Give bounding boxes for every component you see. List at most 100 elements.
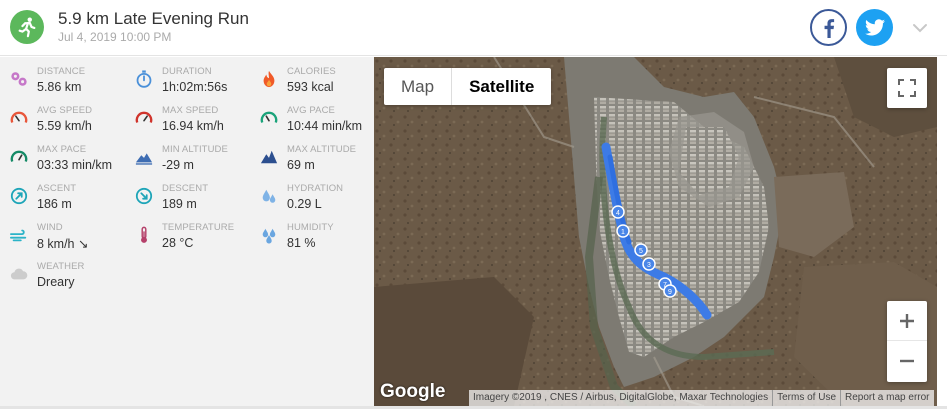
stat-label: AVG SPEED — [37, 105, 93, 116]
stat-descent: DESCENT 189 m — [125, 179, 250, 215]
fullscreen-button[interactable] — [887, 68, 927, 108]
zoom-in-button[interactable] — [887, 301, 927, 341]
stat-avg-pace: AVG PACE 10:44 min/km — [250, 101, 375, 137]
zoom-out-button[interactable] — [887, 341, 927, 381]
plus-icon — [900, 313, 914, 328]
map-attribution: Imagery ©2019 , CNES / Airbus, DigitalGl… — [469, 390, 934, 406]
stat-duration: DURATION 1h:02m:56s — [125, 62, 250, 98]
mountain-icon — [260, 150, 278, 164]
distance-icon — [11, 72, 27, 86]
svg-text:5: 5 — [639, 248, 643, 255]
stat-value: 28 °C — [162, 236, 194, 250]
stat-value: 0.29 L — [287, 197, 322, 211]
humidity-drops-icon — [262, 228, 276, 244]
mountain-icon — [135, 153, 153, 165]
pace-gauge-icon — [10, 150, 28, 162]
twitter-icon — [864, 19, 885, 36]
stat-min-altitude: MIN ALTITUDE -29 m — [125, 140, 250, 176]
route-marker[interactable]: 9 — [663, 284, 677, 298]
water-drops-icon — [262, 189, 276, 203]
route-marker[interactable]: 3 — [642, 257, 656, 271]
stat-ascent: ASCENT 186 m — [0, 179, 125, 215]
running-person-icon — [10, 10, 44, 44]
imagery-credit: Imagery ©2019 , CNES / Airbus, DigitalGl… — [473, 392, 769, 403]
stat-value: 593 kcal — [287, 80, 334, 94]
stat-value: 10:44 min/km — [287, 119, 363, 133]
cloud-icon — [10, 268, 28, 280]
route-marker[interactable]: 1 — [616, 224, 630, 238]
stat-hydration: HYDRATION 0.29 L — [250, 179, 375, 215]
stat-label: HUMIDITY — [287, 222, 334, 233]
stat-avg-speed: AVG SPEED 5.59 km/h — [0, 101, 125, 137]
stat-label: MAX PACE — [37, 144, 87, 155]
map-type-map-button[interactable]: Map — [384, 68, 451, 105]
stat-value: 81 % — [287, 236, 316, 250]
google-logo[interactable]: Google — [380, 381, 445, 403]
stat-max-pace: MAX PACE 03:33 min/km — [0, 140, 125, 176]
descent-icon — [135, 187, 153, 205]
terms-of-use-link[interactable]: Terms of Use — [772, 390, 840, 406]
chevron-down-icon — [913, 24, 927, 33]
stat-label: DURATION — [162, 66, 212, 77]
stat-temperature: TEMPERATURE 28 °C — [125, 218, 250, 254]
stat-label: MIN ALTITUDE — [162, 144, 228, 155]
minus-icon — [900, 359, 914, 363]
stat-max-speed: MAX SPEED 16.94 km/h — [125, 101, 250, 137]
facebook-share-button[interactable] — [810, 9, 847, 46]
satellite-imagery[interactable]: 4 1 5 3 7 9 — [374, 57, 937, 406]
stat-value: 5.59 km/h — [37, 119, 92, 133]
stat-label: AVG PACE — [287, 105, 335, 116]
twitter-share-button[interactable] — [856, 9, 893, 46]
stat-label: TEMPERATURE — [162, 222, 235, 233]
stat-value: 189 m — [162, 197, 197, 211]
stat-label: DISTANCE — [37, 66, 86, 77]
stat-label: WIND — [37, 222, 63, 233]
stat-label: CALORIES — [287, 66, 336, 77]
stat-value: 16.94 km/h — [162, 119, 224, 133]
svg-text:1: 1 — [621, 229, 625, 236]
stat-value: 5.86 km — [37, 80, 82, 94]
stat-value: 03:33 min/km — [37, 158, 113, 172]
stat-label: MAX ALTITUDE — [287, 144, 357, 155]
stopwatch-icon — [136, 70, 152, 88]
report-map-error-link[interactable]: Report a map error — [840, 390, 933, 406]
expand-chevron-button[interactable] — [912, 20, 928, 38]
stat-value: 1h:02m:56s — [162, 80, 228, 94]
svg-text:3: 3 — [647, 262, 651, 269]
ascent-icon — [10, 187, 28, 205]
facebook-icon — [824, 18, 834, 38]
pace-gauge-icon — [260, 111, 278, 123]
route-marker[interactable]: 5 — [634, 243, 648, 257]
stat-humidity: HUMIDITY 81 % — [250, 218, 375, 254]
stat-value: 69 m — [287, 158, 315, 172]
stat-label: MAX SPEED — [162, 105, 219, 116]
fullscreen-icon — [898, 79, 916, 97]
wind-icon — [10, 229, 27, 242]
activity-datetime: Jul 4, 2019 10:00 PM — [58, 30, 172, 44]
stats-panel: DISTANCE 5.86 km DURATION 1h:02m:56s CAL… — [0, 57, 374, 406]
stat-label: HYDRATION — [287, 183, 344, 194]
stat-weather: WEATHER Dreary — [0, 257, 125, 293]
map-type-control: Map Satellite — [384, 68, 552, 105]
flame-icon — [263, 70, 275, 88]
stat-label: ASCENT — [37, 183, 77, 194]
stat-label: DESCENT — [162, 183, 209, 194]
stat-label: WEATHER — [37, 261, 85, 272]
stat-max-altitude: MAX ALTITUDE 69 m — [250, 140, 375, 176]
stat-distance: DISTANCE 5.86 km — [0, 62, 125, 98]
svg-text:4: 4 — [616, 210, 620, 217]
route-map[interactable]: 4 1 5 3 7 9 Map Satellite Google Imagery… — [374, 57, 937, 406]
stat-value: Dreary — [37, 275, 75, 289]
map-type-satellite-button[interactable]: Satellite — [451, 68, 551, 105]
stat-value: 186 m — [37, 197, 72, 211]
route-marker[interactable]: 4 — [611, 205, 625, 219]
activity-header: 5.9 km Late Evening Run Jul 4, 2019 10:0… — [0, 0, 947, 56]
speedometer-icon — [135, 111, 153, 123]
stat-wind: WIND 8 km/h ↘ — [0, 218, 125, 254]
thermometer-icon — [141, 226, 147, 243]
activity-title: 5.9 km Late Evening Run — [58, 9, 249, 28]
stat-value: -29 m — [162, 158, 194, 172]
stat-value: 8 km/h ↘ — [37, 237, 89, 251]
stat-calories: CALORIES 593 kcal — [250, 62, 375, 98]
zoom-control — [887, 301, 927, 382]
